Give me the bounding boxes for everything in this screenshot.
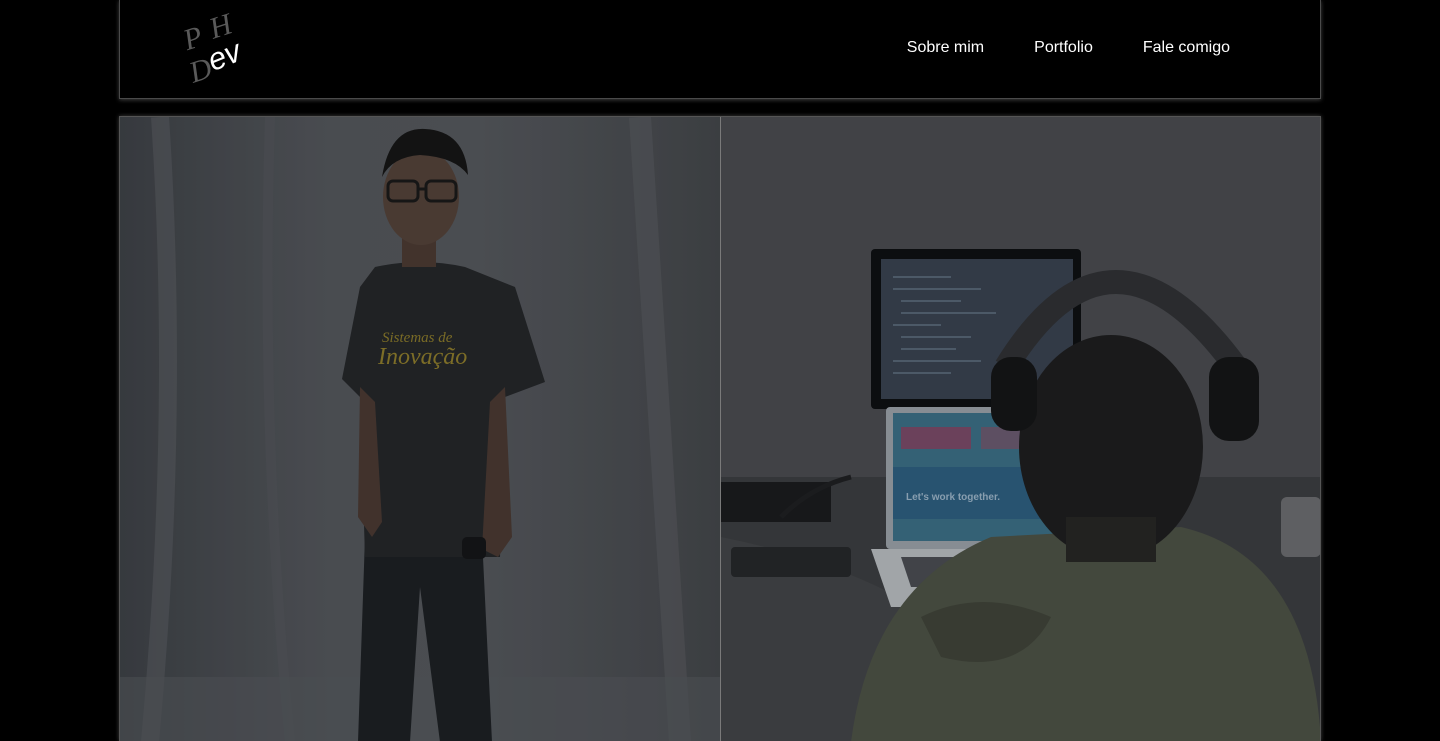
- nav-link-portfolio[interactable]: Portfolio: [1034, 38, 1093, 58]
- nav-link-fale-comigo[interactable]: Fale comigo: [1143, 38, 1230, 58]
- shirt-text-line2: Inovação: [377, 344, 467, 370]
- page: P H D ev Sobre mim Portfolio Fale comigo: [0, 0, 1440, 741]
- portrait-illustration: Sistemas de Inovação: [120, 117, 720, 741]
- site-header: P H D ev Sobre mim Portfolio Fale comigo: [119, 0, 1321, 99]
- nav-link-sobre-mim[interactable]: Sobre mim: [907, 38, 984, 58]
- hero-gallery: Sistemas de Inovação Let's work together…: [119, 116, 1321, 741]
- workspace-illustration: Let's work together.: [720, 117, 1320, 741]
- main-nav: Sobre mim Portfolio Fale comigo: [907, 38, 1230, 58]
- photo-workspace: Let's work together.: [720, 117, 1320, 741]
- logo[interactable]: P H D ev: [178, 7, 248, 92]
- photo-portrait: Sistemas de Inovação: [120, 117, 721, 741]
- laptop-screen-text: Let's work together.: [906, 492, 1000, 503]
